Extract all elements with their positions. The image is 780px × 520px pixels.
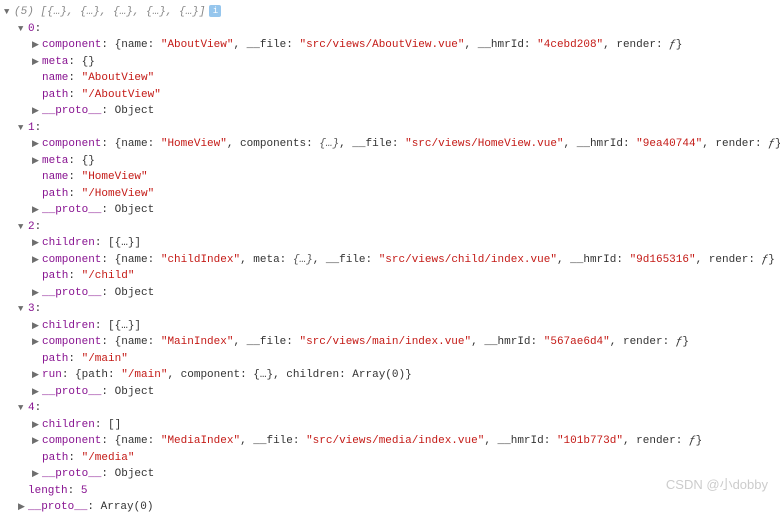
index-label: 1 <box>28 122 35 134</box>
expand-arrow-icon[interactable] <box>32 336 42 350</box>
index-label: 4 <box>28 402 35 414</box>
children-prop[interactable]: children: [{…}] <box>4 235 776 252</box>
expand-arrow-icon[interactable] <box>32 386 42 400</box>
expand-arrow-icon[interactable] <box>4 6 14 20</box>
component-value: {name: "MainIndex", __file: "src/views/m… <box>115 336 689 348</box>
meta-prop[interactable]: meta: {} <box>4 54 776 71</box>
path-prop: path: "/HomeView" <box>4 186 776 203</box>
index-label: 3 <box>28 303 35 315</box>
children-prop[interactable]: children: [{…}] <box>4 318 776 335</box>
info-icon[interactable]: i <box>209 5 221 17</box>
array-item[interactable]: 0: <box>4 21 776 38</box>
path-prop: path: "/main" <box>4 351 776 368</box>
path-prop: path: "/media" <box>4 450 776 467</box>
length-prop: length: 5 <box>4 483 776 500</box>
component-value: {name: "childIndex", meta: {…}, __file: … <box>115 254 775 266</box>
expand-arrow-icon[interactable] <box>18 303 28 317</box>
index-label: 0 <box>28 23 35 35</box>
component-prop[interactable]: component: {name: "MediaIndex", __file: … <box>4 433 776 450</box>
expand-arrow-icon[interactable] <box>18 122 28 136</box>
expand-arrow-icon[interactable] <box>32 435 42 449</box>
expand-arrow-icon[interactable] <box>18 23 28 37</box>
array-preview: [{…}, {…}, {…}, {…}, {…}] <box>40 6 205 18</box>
expand-arrow-icon[interactable] <box>32 287 42 301</box>
array-item[interactable]: 3: <box>4 301 776 318</box>
proto-prop[interactable]: __proto__: Object <box>4 466 776 483</box>
expand-arrow-icon[interactable] <box>32 39 42 53</box>
expand-arrow-icon[interactable] <box>32 237 42 251</box>
expand-arrow-icon[interactable] <box>32 468 42 482</box>
array-item[interactable]: 1: <box>4 120 776 137</box>
array-item[interactable]: 2: <box>4 219 776 236</box>
expand-arrow-icon[interactable] <box>32 254 42 268</box>
array-count: (5) <box>14 6 34 18</box>
component-prop[interactable]: component: {name: "HomeView", components… <box>4 136 776 153</box>
expand-arrow-icon[interactable] <box>32 138 42 152</box>
proto-prop[interactable]: __proto__: Object <box>4 384 776 401</box>
path-prop: path: "/child" <box>4 268 776 285</box>
expand-arrow-icon[interactable] <box>32 105 42 119</box>
expand-arrow-icon[interactable] <box>18 501 28 515</box>
proto-prop[interactable]: __proto__: Array(0) <box>4 499 776 516</box>
expand-arrow-icon[interactable] <box>32 56 42 70</box>
meta-prop[interactable]: meta: {} <box>4 153 776 170</box>
component-value: {name: "AboutView", __file: "src/views/A… <box>115 39 683 51</box>
expand-arrow-icon[interactable] <box>32 369 42 383</box>
component-value: {name: "HomeView", components: {…}, __fi… <box>115 138 780 150</box>
component-prop[interactable]: component: {name: "MainIndex", __file: "… <box>4 334 776 351</box>
proto-prop[interactable]: __proto__: Object <box>4 202 776 219</box>
proto-prop[interactable]: __proto__: Object <box>4 103 776 120</box>
component-prop[interactable]: component: {name: "AboutView", __file: "… <box>4 37 776 54</box>
name-prop: name: "AboutView" <box>4 70 776 87</box>
path-prop: path: "/AboutView" <box>4 87 776 104</box>
index-label: 2 <box>28 221 35 233</box>
component-value: {name: "MediaIndex", __file: "src/views/… <box>115 435 703 447</box>
watermark: CSDN @小dobby <box>666 475 768 495</box>
array-item[interactable]: 4: <box>4 400 776 417</box>
expand-arrow-icon[interactable] <box>32 155 42 169</box>
children-prop[interactable]: children: [] <box>4 417 776 434</box>
proto-prop[interactable]: __proto__: Object <box>4 285 776 302</box>
expand-arrow-icon[interactable] <box>32 320 42 334</box>
expand-arrow-icon[interactable] <box>32 204 42 218</box>
expand-arrow-icon[interactable] <box>18 402 28 416</box>
array-header[interactable]: (5) [{…}, {…}, {…}, {…}, {…}] i <box>4 4 776 21</box>
expand-arrow-icon[interactable] <box>32 419 42 433</box>
component-prop[interactable]: component: {name: "childIndex", meta: {…… <box>4 252 776 269</box>
run-prop[interactable]: run: {path: "/main", component: {…}, chi… <box>4 367 776 384</box>
name-prop: name: "HomeView" <box>4 169 776 186</box>
expand-arrow-icon[interactable] <box>18 221 28 235</box>
